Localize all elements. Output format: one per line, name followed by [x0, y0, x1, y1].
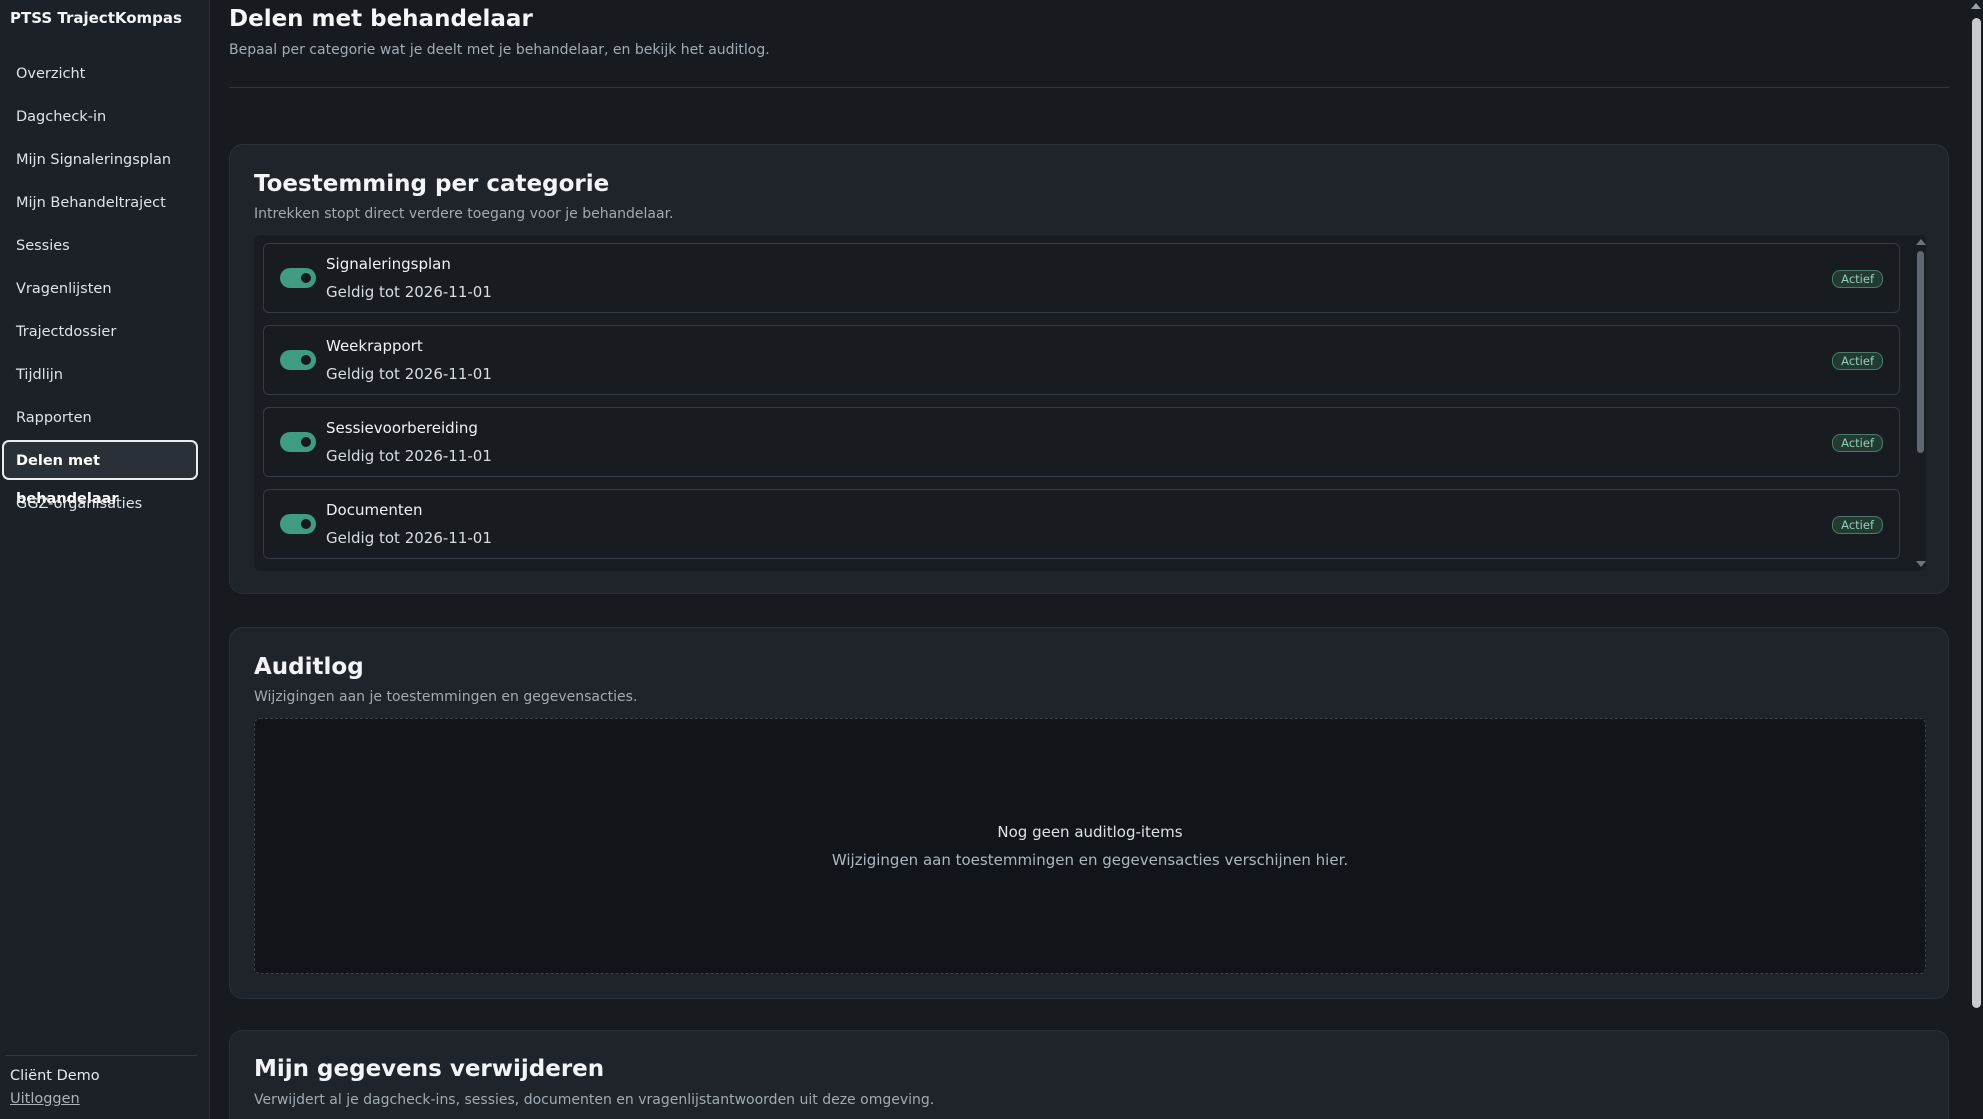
consent-valid-until: Geldig tot 2026-11-01	[326, 365, 492, 383]
consent-name: Signaleringsplan	[326, 255, 451, 273]
consent-name: Weekrapport	[326, 337, 423, 355]
audit-title: Auditlog	[254, 654, 364, 680]
scroll-up-arrow-icon[interactable]	[1916, 239, 1926, 245]
consent-item-signaleringsplan: Signaleringsplan Geldig tot 2026-11-01 A…	[263, 243, 1900, 313]
sidebar-item-behandeltraject[interactable]: Mijn Behandeltraject	[2, 182, 198, 222]
consent-list: Signaleringsplan Geldig tot 2026-11-01 A…	[254, 235, 1926, 571]
sidebar: PTSS TrajectKompas Overzicht Dagcheck-in…	[0, 0, 210, 1119]
consent-valid-until: Geldig tot 2026-11-01	[326, 447, 492, 465]
consent-title: Toestemming per categorie	[254, 171, 610, 197]
consent-item-sessievoorbereiding: Sessievoorbereiding Geldig tot 2026-11-0…	[263, 407, 1900, 477]
page-title: Delen met behandelaar	[229, 6, 533, 32]
status-badge: Actief	[1832, 352, 1883, 370]
sidebar-footer: Cliënt Demo Uitloggen	[5, 1055, 197, 1107]
consent-item-weekrapport: Weekrapport Geldig tot 2026-11-01 Actief	[263, 325, 1900, 395]
app-brand: PTSS TrajectKompas	[10, 9, 182, 27]
sidebar-item-vragenlijsten[interactable]: Vragenlijsten	[2, 268, 198, 308]
toggle-knob	[299, 435, 313, 449]
toggle-knob	[299, 271, 313, 285]
page-scroll-thumb[interactable]	[1972, 18, 1981, 1008]
sidebar-item-trajectdossier[interactable]: Trajectdossier	[2, 311, 198, 351]
status-badge: Actief	[1832, 270, 1883, 288]
consent-toggle[interactable]	[280, 514, 316, 534]
logout-link[interactable]: Uitloggen	[10, 1091, 197, 1107]
scroll-down-arrow-icon[interactable]	[1916, 561, 1926, 567]
page-scrollbar[interactable]	[1969, 0, 1983, 1119]
main-content: Delen met behandelaar Bepaal per categor…	[229, 0, 1949, 1119]
delete-title: Mijn gegevens verwijderen	[254, 1056, 605, 1082]
status-badge: Actief	[1832, 516, 1883, 534]
sidebar-nav: Overzicht Dagcheck-in Mijn Signaleringsp…	[0, 53, 210, 526]
divider	[229, 87, 1949, 88]
sidebar-item-dagcheck-in[interactable]: Dagcheck-in	[2, 96, 198, 136]
delete-data-card: Mijn gegevens verwijderen Verwijdert al …	[229, 1030, 1949, 1119]
consent-subtitle: Intrekken stopt direct verdere toegang v…	[254, 206, 674, 222]
list-scrollbar[interactable]	[1914, 235, 1926, 571]
audit-empty-state: Nog geen auditlog-items Wijzigingen aan …	[254, 718, 1926, 974]
sidebar-item-rapporten[interactable]: Rapporten	[2, 397, 198, 437]
delete-subtitle: Verwijdert al je dagcheck-ins, sessies, …	[254, 1092, 935, 1108]
consent-toggle[interactable]	[280, 350, 316, 370]
sidebar-item-signaleringsplan[interactable]: Mijn Signaleringsplan	[2, 139, 198, 179]
empty-state-title: Nog geen auditlog-items	[997, 823, 1183, 841]
sidebar-item-ggz-organisaties[interactable]: GGZ-organisaties	[2, 483, 198, 523]
scroll-thumb[interactable]	[1917, 251, 1924, 453]
scroll-up-arrow-icon[interactable]	[1971, 3, 1981, 9]
consent-toggle[interactable]	[280, 432, 316, 452]
consent-valid-until: Geldig tot 2026-11-01	[326, 529, 492, 547]
audit-subtitle: Wijzigingen aan je toestemmingen en gege…	[254, 689, 638, 705]
toggle-knob	[299, 353, 313, 367]
toggle-knob	[299, 517, 313, 531]
consent-name: Sessievoorbereiding	[326, 419, 478, 437]
empty-state-text: Wijzigingen aan toestemmingen en gegeven…	[831, 851, 1349, 869]
user-name: Cliënt Demo	[10, 1068, 100, 1084]
sidebar-item-sessies[interactable]: Sessies	[2, 225, 198, 265]
sidebar-item-overzicht[interactable]: Overzicht	[2, 53, 198, 93]
consent-name: Documenten	[326, 501, 423, 519]
status-badge: Actief	[1832, 434, 1883, 452]
consent-item-documenten: Documenten Geldig tot 2026-11-01 Actief	[263, 489, 1900, 559]
audit-card: Auditlog Wijzigingen aan je toestemminge…	[229, 627, 1949, 999]
sidebar-item-tijdlijn[interactable]: Tijdlijn	[2, 354, 198, 394]
consent-card: Toestemming per categorie Intrekken stop…	[229, 144, 1949, 594]
consent-valid-until: Geldig tot 2026-11-01	[326, 283, 492, 301]
sidebar-item-delen-met-behandelaar[interactable]: Delen met behandelaar	[2, 440, 198, 507]
consent-toggle[interactable]	[280, 268, 316, 288]
page-subtitle: Bepaal per categorie wat je deelt met je…	[229, 42, 770, 58]
